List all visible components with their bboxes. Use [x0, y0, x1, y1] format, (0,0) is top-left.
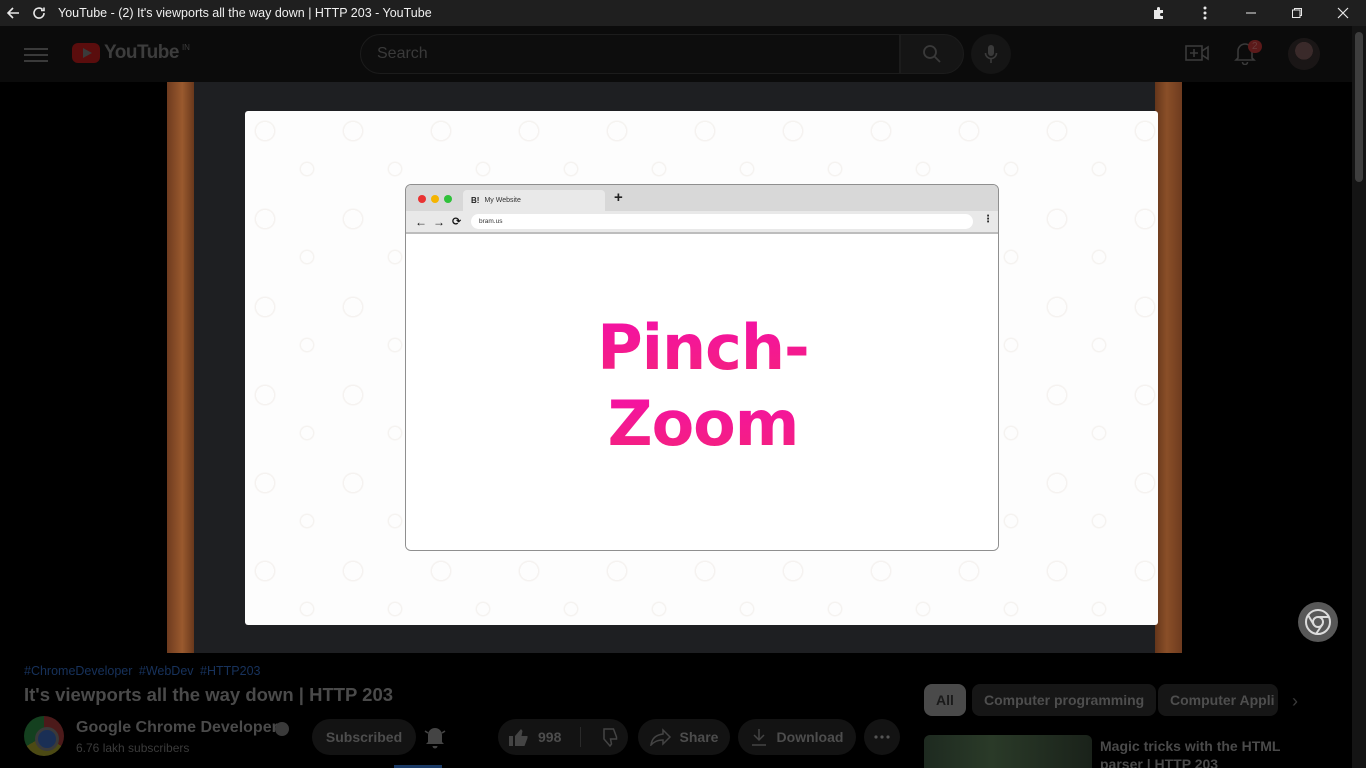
- youtube-play-icon: [72, 43, 100, 63]
- hashtag-link[interactable]: #HTTP203: [200, 664, 260, 678]
- mock-maximize-dot: [444, 195, 452, 203]
- more-actions-button[interactable]: [864, 719, 900, 755]
- download-label: Download: [776, 729, 844, 745]
- mock-browser-window: B! My Website + ← → ⟳ bram.us ⋮ Pinch- Z…: [405, 184, 999, 551]
- chip-computer-programming[interactable]: Computer programming: [972, 684, 1157, 716]
- video-player[interactable]: B! My Website + ← → ⟳ bram.us ⋮ Pinch- Z…: [0, 82, 1352, 653]
- window-titlebar: YouTube - (2) It's viewports all the way…: [0, 0, 1366, 26]
- share-button[interactable]: Share: [638, 719, 730, 755]
- mock-new-tab-icon: +: [614, 189, 623, 206]
- download-button[interactable]: Download: [738, 719, 856, 755]
- account-avatar[interactable]: [1288, 38, 1320, 70]
- chrome-watermark-icon[interactable]: [1298, 602, 1338, 642]
- search-input[interactable]: [361, 35, 899, 73]
- page-scrollbar[interactable]: [1352, 26, 1366, 768]
- country-code: IN: [181, 42, 190, 52]
- youtube-logo-text: YouTube: [104, 42, 179, 63]
- mock-tab-label: My Website: [484, 197, 521, 204]
- subscriber-count: 6.76 lakh subscribers: [76, 741, 190, 755]
- search-button[interactable]: [900, 34, 964, 74]
- chevron-right-icon[interactable]: ›: [1292, 691, 1298, 712]
- youtube-masthead: YouTube IN 2: [0, 26, 1352, 82]
- mock-page-content: Pinch- Zoom: [406, 236, 998, 550]
- pinch-zoom-heading-line2: Zoom: [607, 387, 800, 460]
- close-icon[interactable]: [1320, 0, 1366, 26]
- verified-badge-icon: [275, 722, 289, 736]
- mock-url-bar: bram.us: [471, 214, 973, 229]
- notification-badge: 2: [1248, 40, 1262, 53]
- mock-tab-strip: B! My Website +: [406, 185, 998, 211]
- minimize-icon[interactable]: [1228, 0, 1274, 26]
- download-icon: [751, 729, 766, 746]
- menu-kebab-icon[interactable]: [1182, 0, 1228, 26]
- video-title: It's viewports all the way down | HTTP 2…: [24, 684, 394, 705]
- subscribed-button[interactable]: Subscribed: [312, 719, 416, 755]
- recommendation-title[interactable]: Magic tricks with the HTML parser | HTTP…: [1100, 737, 1300, 768]
- slide-screen: B! My Website + ← → ⟳ bram.us ⋮ Pinch- Z…: [245, 111, 1158, 625]
- video-frame: B! My Website + ← → ⟳ bram.us ⋮ Pinch- Z…: [167, 82, 1182, 653]
- more-horizontal-icon: [874, 735, 890, 739]
- mock-back-arrow-icon: ←: [415, 215, 427, 229]
- like-dislike-group: 998: [498, 719, 628, 755]
- mock-menu-kebab-icon: ⋮: [983, 214, 993, 225]
- mock-tab: B! My Website: [463, 190, 605, 211]
- hashtags: #ChromeDeveloper #WebDev #HTTP203: [24, 664, 263, 678]
- recommendation-thumbnail[interactable]: [924, 735, 1092, 768]
- like-thumb-icon[interactable]: [508, 727, 530, 747]
- window-title: YouTube - (2) It's viewports all the way…: [58, 6, 432, 20]
- like-count[interactable]: 998: [538, 729, 561, 745]
- voice-search-button[interactable]: [971, 34, 1011, 74]
- pinch-zoom-heading-line1: Pinch-: [597, 311, 809, 384]
- restore-icon[interactable]: [1274, 0, 1320, 26]
- video-details: #ChromeDeveloper #WebDev #HTTP203 It's v…: [0, 653, 1352, 768]
- share-icon: [649, 728, 671, 746]
- dislike-thumb-icon[interactable]: [599, 727, 619, 747]
- share-label: Share: [679, 729, 719, 745]
- hashtag-link[interactable]: #ChromeDeveloper: [24, 664, 132, 678]
- mock-close-dot: [418, 195, 426, 203]
- mock-toolbar: ← → ⟳ bram.us ⋮: [406, 211, 998, 234]
- search-icon: [923, 45, 941, 63]
- mock-tab-favicon: B!: [471, 196, 480, 205]
- search-box: [360, 34, 900, 74]
- chip-all[interactable]: All: [924, 684, 966, 716]
- microphone-icon: [984, 45, 998, 63]
- create-video-icon[interactable]: [1184, 42, 1210, 69]
- youtube-logo[interactable]: YouTube IN: [72, 42, 190, 64]
- mock-minimize-dot: [431, 195, 439, 203]
- scrollbar-thumb[interactable]: [1355, 32, 1363, 182]
- hamburger-menu-icon[interactable]: [24, 44, 48, 64]
- channel-avatar[interactable]: [24, 716, 64, 756]
- hashtag-link[interactable]: #WebDev: [139, 664, 194, 678]
- device-bezel: B! My Website + ← → ⟳ bram.us ⋮ Pinch- Z…: [194, 82, 1158, 653]
- mock-reload-icon: ⟳: [452, 216, 462, 228]
- mock-forward-arrow-icon: →: [433, 215, 445, 229]
- channel-notification-bell-icon[interactable]: [424, 725, 446, 754]
- back-icon[interactable]: [0, 0, 26, 26]
- channel-name[interactable]: Google Chrome Developers: [76, 719, 287, 737]
- extensions-icon[interactable]: [1136, 0, 1182, 26]
- chip-computer-applications[interactable]: Computer Appli: [1158, 684, 1278, 716]
- like-divider: [580, 727, 581, 747]
- reload-icon[interactable]: [26, 0, 52, 26]
